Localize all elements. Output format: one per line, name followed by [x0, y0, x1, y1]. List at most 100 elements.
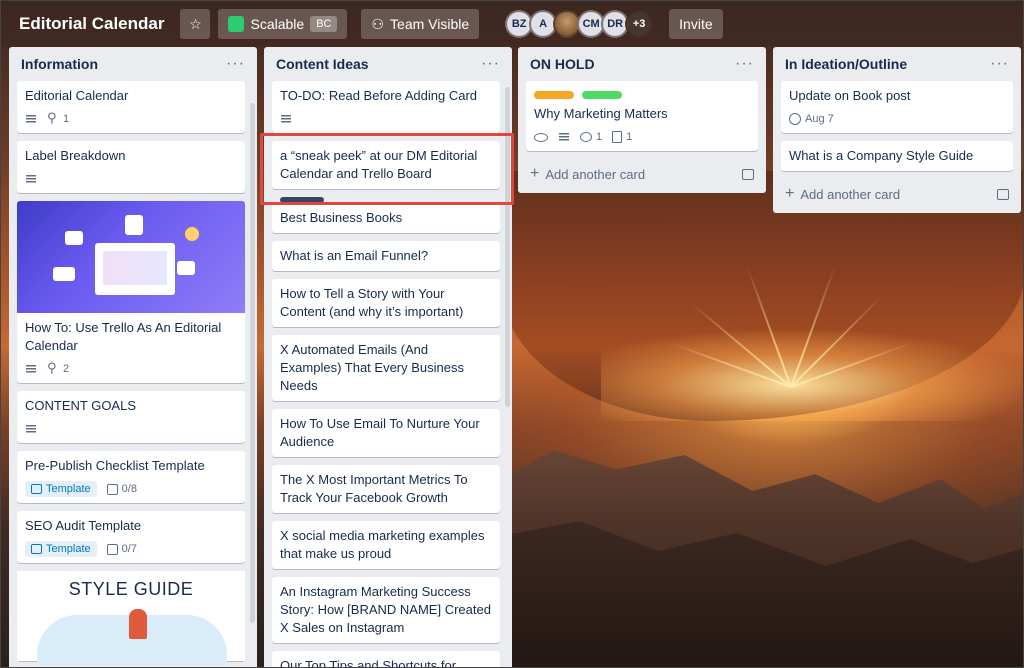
scrollbar[interactable]: [250, 103, 255, 623]
template-label: Template: [46, 483, 91, 495]
highlight-box: [260, 133, 514, 205]
list-menu-icon[interactable]: ···: [990, 56, 1009, 72]
card-title: X Automated Emails (And Examples) That E…: [280, 342, 464, 393]
card-title: Editorial Calendar: [25, 88, 129, 103]
board-title[interactable]: Editorial Calendar: [11, 8, 172, 40]
card[interactable]: The X Most Important Metrics To Track Yo…: [272, 465, 500, 513]
card-title: Update on Book post: [789, 88, 911, 103]
watch-eye-icon: [534, 132, 548, 142]
list-on-hold: ON HOLD ··· Why Marketing Matters 1 1 + …: [518, 47, 766, 193]
list-title[interactable]: Content Ideas: [276, 56, 369, 72]
card[interactable]: X social media marketing examples that m…: [272, 521, 500, 569]
illustration-dot: [185, 227, 199, 241]
card-title: An Instagram Marketing Success Story: Ho…: [280, 584, 491, 635]
attachment-count: 2: [63, 363, 70, 375]
plus-icon: +: [785, 185, 795, 202]
card-title: The X Most Important Metrics To Track Yo…: [280, 472, 468, 505]
add-card-left: + Add another card: [530, 165, 645, 183]
background-sun-glow: [601, 331, 1021, 421]
list-information: Information ··· Editorial Calendar 1 Lab…: [9, 47, 257, 667]
board-background: Editorial Calendar ☆ Scalable BC ⚇ Team …: [0, 0, 1024, 668]
card-label-orange[interactable]: [534, 91, 574, 99]
card[interactable]: What is an Email Funnel?: [272, 241, 500, 271]
paperclip-icon: [47, 110, 59, 126]
description-icon: [558, 131, 570, 143]
card[interactable]: Why Marketing Matters 1 1: [526, 81, 758, 151]
comment-badge: 1: [580, 131, 602, 143]
card[interactable]: X Automated Emails (And Examples) That E…: [272, 335, 500, 401]
checklist-count: 0/8: [121, 483, 137, 495]
card-badges: [25, 171, 237, 187]
card[interactable]: Our Top Tips and Shortcuts for: [272, 651, 500, 667]
card[interactable]: What is a Company Style Guide: [781, 141, 1013, 171]
team-icon: ⚇: [371, 15, 385, 32]
card-title: Label Breakdown: [25, 148, 126, 163]
card[interactable]: An Instagram Marketing Success Story: Ho…: [272, 577, 500, 643]
invite-button[interactable]: Invite: [669, 9, 723, 39]
template-badge: Template: [25, 481, 97, 497]
card[interactable]: Pre-Publish Checklist Template Template …: [17, 451, 245, 503]
list-title[interactable]: In Ideation/Outline: [785, 56, 907, 72]
list-menu-icon[interactable]: ···: [481, 56, 500, 72]
card[interactable]: STYLE GUIDE: [17, 571, 245, 665]
card-badges: 1: [25, 110, 237, 127]
add-card-label: Add another card: [800, 186, 901, 202]
description-icon: [25, 113, 37, 125]
card-badges: [280, 111, 492, 127]
card[interactable]: Update on Book post Aug 7: [781, 81, 1013, 133]
card-title: Best Business Books: [280, 210, 403, 225]
card-badges: [25, 421, 237, 437]
due-date: Aug 7: [805, 113, 834, 125]
attachment-count: 1: [626, 131, 633, 143]
card[interactable]: TO-DO: Read Before Adding Card: [272, 81, 500, 133]
card-badges: 2: [25, 360, 237, 377]
template-icon: [31, 484, 42, 494]
list-title[interactable]: Information: [21, 56, 98, 72]
illustration-bubble: [125, 215, 143, 235]
card[interactable]: SEO Audit Template Template 0/7: [17, 511, 245, 563]
card-label-green[interactable]: [581, 91, 622, 99]
add-card-label: Add another card: [545, 166, 646, 182]
template-badge: Template: [25, 541, 97, 557]
list-header: ON HOLD ···: [526, 47, 758, 81]
card[interactable]: Label Breakdown: [17, 141, 245, 193]
card[interactable]: Best Business Books: [272, 197, 500, 233]
card-column: Editorial Calendar 1 Label Breakdown: [17, 81, 245, 665]
add-card-left: + Add another card: [785, 185, 900, 203]
illustration-monitor: [95, 243, 175, 295]
card-cover-image: STYLE GUIDE: [17, 571, 245, 665]
template-label: Template: [46, 543, 91, 555]
plus-icon: +: [530, 165, 540, 182]
card-title: What is an Email Funnel?: [280, 248, 429, 263]
card[interactable]: How To Use Email To Nurture Your Audienc…: [272, 409, 500, 457]
card[interactable]: How to Tell a Story with Your Content (a…: [272, 279, 500, 327]
due-date-badge[interactable]: Aug 7: [789, 113, 834, 125]
list-title[interactable]: ON HOLD: [530, 56, 595, 72]
attachment-badge: 2: [47, 360, 70, 376]
create-from-template-icon[interactable]: [997, 188, 1009, 200]
more-members-button[interactable]: +3: [625, 10, 654, 38]
attachment-count: 1: [63, 113, 70, 125]
visibility-button[interactable]: ⚇ Team Visible: [361, 9, 480, 39]
board-header: Editorial Calendar ☆ Scalable BC ⚇ Team …: [1, 1, 1023, 47]
card-title: CONTENT GOALS: [25, 398, 137, 413]
checklist-icon: [106, 543, 118, 555]
add-card-button[interactable]: + Add another card: [526, 159, 758, 185]
workspace-button[interactable]: Scalable BC: [218, 9, 348, 39]
card-cover-image: [17, 201, 245, 313]
star-button[interactable]: ☆: [180, 9, 211, 39]
comment-icon: [580, 132, 592, 142]
attachment-badge: 1: [47, 110, 70, 126]
visibility-label: Team Visible: [390, 16, 470, 32]
add-card-button[interactable]: + Add another card: [781, 179, 1013, 205]
list-menu-icon[interactable]: ···: [735, 56, 754, 72]
card[interactable]: Editorial Calendar 1: [17, 81, 245, 133]
create-from-template-icon[interactable]: [742, 168, 754, 180]
list-menu-icon[interactable]: ···: [226, 56, 245, 72]
workspace-tag: BC: [310, 16, 338, 32]
description-icon: [25, 423, 37, 435]
workspace-name: Scalable: [250, 16, 305, 32]
card[interactable]: CONTENT GOALS: [17, 391, 245, 443]
card[interactable]: How To: Use Trello As An Editorial Calen…: [17, 201, 245, 383]
checklist-badge: 0/7: [106, 543, 137, 555]
